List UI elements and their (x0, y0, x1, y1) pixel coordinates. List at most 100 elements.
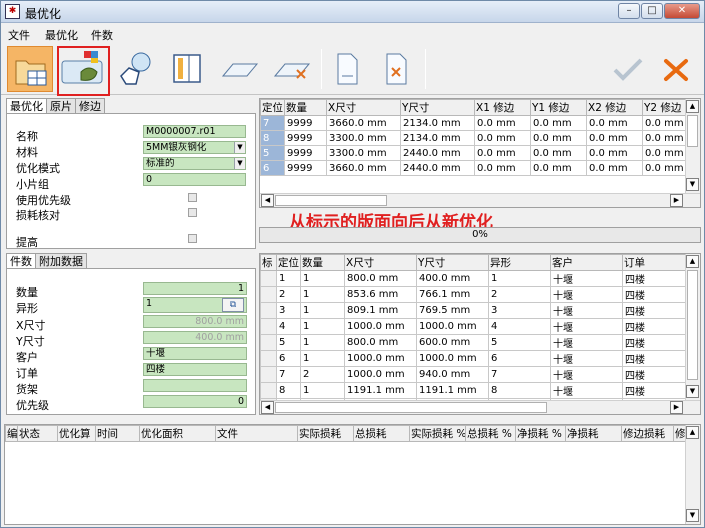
table-cell[interactable]: 1000.0 mm (344, 350, 417, 367)
table-row[interactable]: 8 9999 3300.0 mm 2134.0 mm 0.0 mm 0.0 mm 0.0 m… (260, 130, 687, 146)
table-cell[interactable]: 7 (260, 115, 285, 131)
table-cell[interactable] (260, 318, 277, 335)
table-cell[interactable]: 5 (276, 334, 301, 351)
table-cell[interactable]: 0.0 mm (642, 160, 687, 176)
table-cell[interactable]: 十堰 (550, 334, 623, 351)
table-cell[interactable]: 4 (276, 318, 301, 335)
table-cell[interactable] (260, 270, 277, 287)
cancel-button[interactable] (653, 46, 699, 92)
table-cell[interactable]: 5 (260, 145, 285, 161)
table-cell[interactable]: 0.0 mm (586, 130, 643, 146)
material-select[interactable]: 5MM银灰钢化 ▼ (143, 141, 246, 154)
table-row[interactable]: 7 2 1000.0 mm 940.0 mm 7 十堰 四楼 (260, 366, 687, 383)
column-header[interactable]: 编 (5, 425, 18, 442)
table-cell[interactable]: 3300.0 mm (326, 145, 401, 161)
table-cell[interactable]: 1 (300, 286, 345, 303)
table-cell[interactable]: 2 (276, 286, 301, 303)
sheet-vscroll[interactable]: ▲ ▼ (685, 99, 700, 193)
scroll-left-arrow[interactable]: ◀ (261, 194, 274, 207)
sheet-hscroll[interactable]: ◀ ▶ (260, 193, 700, 207)
hand-settings-button[interactable] (113, 46, 159, 92)
table-cell[interactable]: 1191.1 mm (344, 382, 417, 399)
table-cell[interactable]: 四楼 (622, 302, 687, 319)
table-cell[interactable]: 四楼 (622, 382, 687, 399)
table-cell[interactable]: 0.0 mm (474, 160, 531, 176)
menu-file[interactable]: 文件 (8, 27, 30, 43)
table-cell[interactable]: 400.0 mm (416, 270, 489, 287)
table-cell[interactable]: 四楼 (622, 334, 687, 351)
table-row[interactable]: 8 1 1191.1 mm 1191.1 mm 8 十堰 四楼 (260, 382, 687, 399)
column-header[interactable]: 定位 (260, 99, 285, 116)
close-button[interactable]: ✕ (664, 3, 700, 19)
table-cell[interactable]: 0.0 mm (586, 145, 643, 161)
table-cell[interactable]: 3660.0 mm (326, 115, 401, 131)
scroll-down-arrow[interactable]: ▼ (686, 385, 699, 398)
column-header[interactable]: 数量 (284, 99, 327, 116)
scroll-thumb[interactable] (275, 402, 547, 413)
table-cell[interactable]: 8 (488, 382, 551, 399)
table-cell[interactable]: 四楼 (622, 286, 687, 303)
table-row[interactable]: 6 1 1000.0 mm 1000.0 mm 6 十堰 四楼 (260, 350, 687, 367)
maximize-button[interactable]: □ (641, 3, 663, 19)
column-header[interactable]: 修边损耗 (621, 425, 674, 442)
table-cell[interactable]: 十堰 (550, 286, 623, 303)
table-cell[interactable]: 800.0 mm (344, 334, 417, 351)
table-cell[interactable]: 2 (300, 366, 345, 383)
table-cell[interactable] (260, 382, 277, 399)
table-cell[interactable]: 0.0 mm (474, 130, 531, 146)
table-cell[interactable]: 0.0 mm (530, 115, 587, 131)
table-cell[interactable]: 1000.0 mm (416, 350, 489, 367)
table-cell[interactable]: 十堰 (550, 270, 623, 287)
sheet-button[interactable] (217, 46, 263, 92)
table-row[interactable]: 5 1 800.0 mm 600.0 mm 5 十堰 四楼 (260, 334, 687, 351)
table-cell[interactable]: 7 (488, 366, 551, 383)
table-cell[interactable]: 0.0 mm (530, 145, 587, 161)
open-folder-button[interactable] (7, 46, 53, 92)
scroll-thumb[interactable] (687, 270, 698, 380)
table-cell[interactable]: 十堰 (550, 302, 623, 319)
table-cell[interactable]: 6 (276, 350, 301, 367)
result-vscroll[interactable]: ▲ ▼ (685, 425, 700, 524)
tab-raw-sheet[interactable]: 原片 (46, 98, 76, 113)
clear-sheet-button[interactable] (269, 46, 315, 92)
column-header[interactable]: 总损耗 (353, 425, 410, 442)
table-cell[interactable]: 940.0 mm (416, 366, 489, 383)
table-cell[interactable]: 0.0 mm (642, 130, 687, 146)
table-cell[interactable]: 0.0 mm (474, 115, 531, 131)
table-cell[interactable]: 四楼 (622, 366, 687, 383)
column-header[interactable]: 异形 (488, 254, 551, 271)
column-header[interactable]: 数量 (300, 254, 345, 271)
column-header[interactable]: 优化面积 (139, 425, 216, 442)
customer-field[interactable]: 十堰 (143, 347, 247, 360)
table-cell[interactable]: 0.0 mm (586, 115, 643, 131)
shape-picker-icon[interactable]: ⧉ (222, 298, 244, 312)
column-header[interactable]: X尺寸 (326, 99, 401, 116)
shape-field[interactable]: 1 ⧉ (143, 297, 247, 313)
table-cell[interactable]: 1000.0 mm (416, 318, 489, 335)
table-cell[interactable]: 1 (300, 334, 345, 351)
menu-pieces[interactable]: 件数 (91, 27, 113, 43)
table-cell[interactable]: 1 (300, 302, 345, 319)
column-header[interactable]: 实际损耗 % (409, 425, 466, 442)
table-cell[interactable]: 0.0 mm (642, 145, 687, 161)
table-cell[interactable]: 809.1 mm (344, 302, 417, 319)
table-cell[interactable]: 3660.0 mm (326, 160, 401, 176)
table-cell[interactable]: 十堰 (550, 366, 623, 383)
use-priority-checkbox[interactable] (188, 193, 197, 202)
column-header[interactable]: 实际损耗 (297, 425, 354, 442)
table-cell[interactable]: 四楼 (622, 318, 687, 335)
table-cell[interactable]: 3 (276, 302, 301, 319)
new-document-button[interactable] (324, 46, 370, 92)
scroll-thumb[interactable] (687, 115, 698, 147)
waste-check-checkbox[interactable] (188, 208, 197, 217)
table-cell[interactable]: 1 (300, 382, 345, 399)
column-header[interactable]: 净损耗 (565, 425, 622, 442)
tab-pieces[interactable]: 件数 (6, 253, 36, 269)
order-field[interactable]: 四楼 (143, 363, 247, 376)
column-header[interactable]: 订单 (622, 254, 687, 271)
table-row[interactable]: 1 1 800.0 mm 400.0 mm 1 十堰 四楼 (260, 270, 687, 287)
table-cell[interactable]: 800.0 mm (344, 270, 417, 287)
scroll-down-arrow[interactable]: ▼ (686, 509, 699, 522)
column-header[interactable]: 修 (673, 425, 686, 442)
table-cell[interactable]: 1 (300, 270, 345, 287)
